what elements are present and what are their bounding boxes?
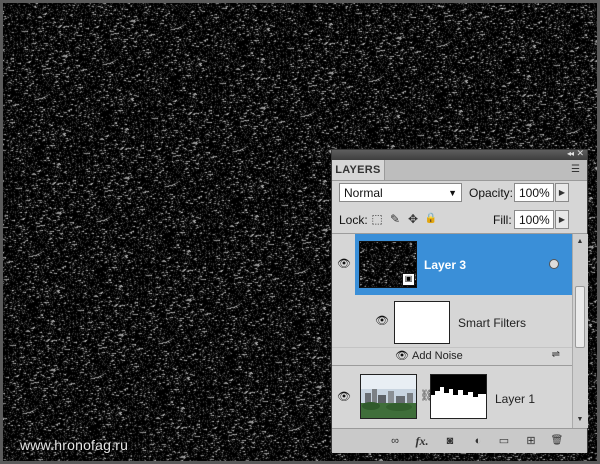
- panel-tab-row: LAYERS ☰: [332, 160, 587, 181]
- opacity-label: Opacity:: [469, 186, 514, 200]
- close-icon[interactable]: ✕: [576, 148, 584, 159]
- panel-menu-icon[interactable]: ☰: [571, 165, 583, 175]
- add-mask-icon[interactable]: ◙: [442, 433, 458, 449]
- lock-move-icon[interactable]: ✥: [406, 211, 420, 227]
- scroll-up-icon[interactable]: ▲: [573, 236, 587, 248]
- collapse-icon[interactable]: ◂◂: [567, 149, 574, 158]
- fill-field[interactable]: 100%: [514, 210, 554, 229]
- opacity-arrow-icon[interactable]: ▶: [555, 183, 569, 202]
- trash-icon[interactable]: 🗑: [549, 433, 565, 449]
- smart-object-badge-icon: ▣: [402, 273, 415, 286]
- smart-filter-indicator-icon[interactable]: [549, 259, 559, 269]
- lock-brush-icon[interactable]: ✎: [388, 211, 402, 227]
- folder-icon[interactable]: ▭: [496, 433, 512, 449]
- layer-name: Layer 1: [495, 392, 536, 406]
- panel-title-bar: ◂◂ ✕: [332, 148, 587, 160]
- mask-shape-icon: [431, 375, 486, 418]
- eye-icon[interactable]: 👁: [336, 391, 352, 403]
- layers-scrollbar[interactable]: ▲ ▼: [572, 234, 588, 428]
- new-layer-icon[interactable]: ⊞: [523, 433, 539, 449]
- opacity-field[interactable]: 100%: [514, 183, 554, 202]
- layer1-mask-thumbnail: [430, 374, 487, 419]
- layers-panel: ◂◂ ✕ LAYERS ☰ Normal ▼ Opacity: 100% ▶ L…: [331, 148, 588, 453]
- layer-row-layer3[interactable]: ▣ Layer 3: [355, 234, 572, 295]
- lock-transparency-icon[interactable]: ⬚: [370, 211, 384, 227]
- scroll-thumb[interactable]: [575, 286, 585, 348]
- filter-options-icon[interactable]: ⇌: [552, 349, 560, 360]
- eye-icon[interactable]: 👁: [336, 258, 352, 270]
- dropdown-arrow-icon: ▼: [448, 188, 457, 198]
- blend-mode-value: Normal: [344, 186, 383, 200]
- layer-name: Layer 3: [424, 258, 467, 272]
- link-layers-icon[interactable]: ∞: [387, 433, 403, 449]
- blend-mode-select[interactable]: Normal ▼: [339, 183, 462, 202]
- smart-filters-row[interactable]: 👁 Smart Filters: [332, 295, 572, 348]
- city-photo-icon: [361, 375, 416, 418]
- layer-row-layer1[interactable]: 👁 ⛓ Layer 1: [332, 365, 572, 428]
- scroll-down-icon[interactable]: ▼: [573, 414, 587, 426]
- lock-fill-row: Lock: ⬚ ✎ ✥ 🔒 Fill: 100% ▶: [332, 207, 587, 234]
- lock-label: Lock:: [339, 213, 368, 227]
- layers-list: 👁 ▣ Layer 3 👁 Smart Filters 👁 Add Noise …: [332, 234, 572, 428]
- layer1-thumbnail: [360, 374, 417, 419]
- filter-row-add-noise[interactable]: 👁 Add Noise ⇌: [332, 347, 572, 366]
- fill-label: Fill:: [493, 213, 512, 227]
- eye-icon[interactable]: 👁: [394, 350, 410, 362]
- layer3-thumbnail: ▣: [359, 241, 417, 288]
- adjustment-layer-icon[interactable]: ◐: [470, 433, 486, 449]
- panel-footer: ∞ fx. ◙ ◐ ▭ ⊞ 🗑: [332, 428, 587, 453]
- watermark: www.hronofag.ru: [20, 437, 129, 453]
- eye-icon[interactable]: 👁: [374, 315, 390, 327]
- lock-all-icon[interactable]: 🔒: [424, 211, 438, 227]
- smart-filters-label: Smart Filters: [458, 316, 527, 330]
- filter-name: Add Noise: [412, 350, 463, 362]
- smart-filters-mask-thumbnail: [394, 301, 450, 344]
- layer3-visibility-cell: 👁: [332, 234, 356, 295]
- fx-icon[interactable]: fx.: [414, 433, 430, 449]
- tab-layers[interactable]: LAYERS: [332, 160, 385, 180]
- blend-opacity-row: Normal ▼ Opacity: 100% ▶: [332, 181, 587, 207]
- fill-arrow-icon[interactable]: ▶: [555, 210, 569, 229]
